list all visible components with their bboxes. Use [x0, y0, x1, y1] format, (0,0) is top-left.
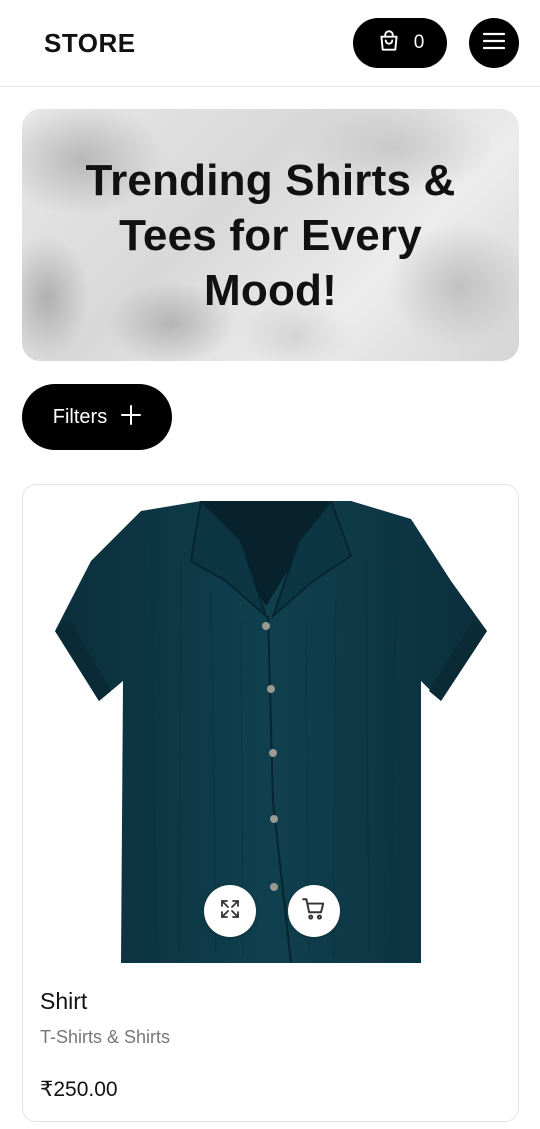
menu-button[interactable] — [469, 18, 519, 68]
cart-icon — [301, 896, 327, 927]
hero-title: Trending Shirts & Tees for Every Mood! — [85, 155, 456, 315]
product-image[interactable] — [51, 498, 491, 964]
product-card[interactable]: Shirt T-Shirts & Shirts ₹250.00 — [22, 484, 519, 1122]
header: STORE 0 — [0, 0, 540, 87]
store-logo[interactable]: STORE — [44, 28, 136, 59]
cart-button[interactable]: 0 — [353, 18, 447, 68]
filters-label: Filters — [52, 405, 108, 428]
product-price: ₹250.00 — [40, 1078, 118, 1101]
shopping-bag-icon — [376, 28, 402, 59]
filters-button[interactable]: Filters — [22, 384, 172, 450]
plus-icon — [121, 404, 142, 430]
hamburger-menu-icon — [482, 32, 506, 55]
hero-banner: Trending Shirts & Tees for Every Mood! — [22, 109, 519, 361]
add-to-cart-button[interactable] — [288, 885, 340, 937]
product-category: T-Shirts & Shirts — [40, 1027, 171, 1047]
expand-icon — [218, 897, 242, 926]
cart-count: 0 — [413, 32, 425, 53]
product-name[interactable]: Shirt — [40, 988, 87, 1015]
quick-view-button[interactable] — [204, 885, 256, 937]
